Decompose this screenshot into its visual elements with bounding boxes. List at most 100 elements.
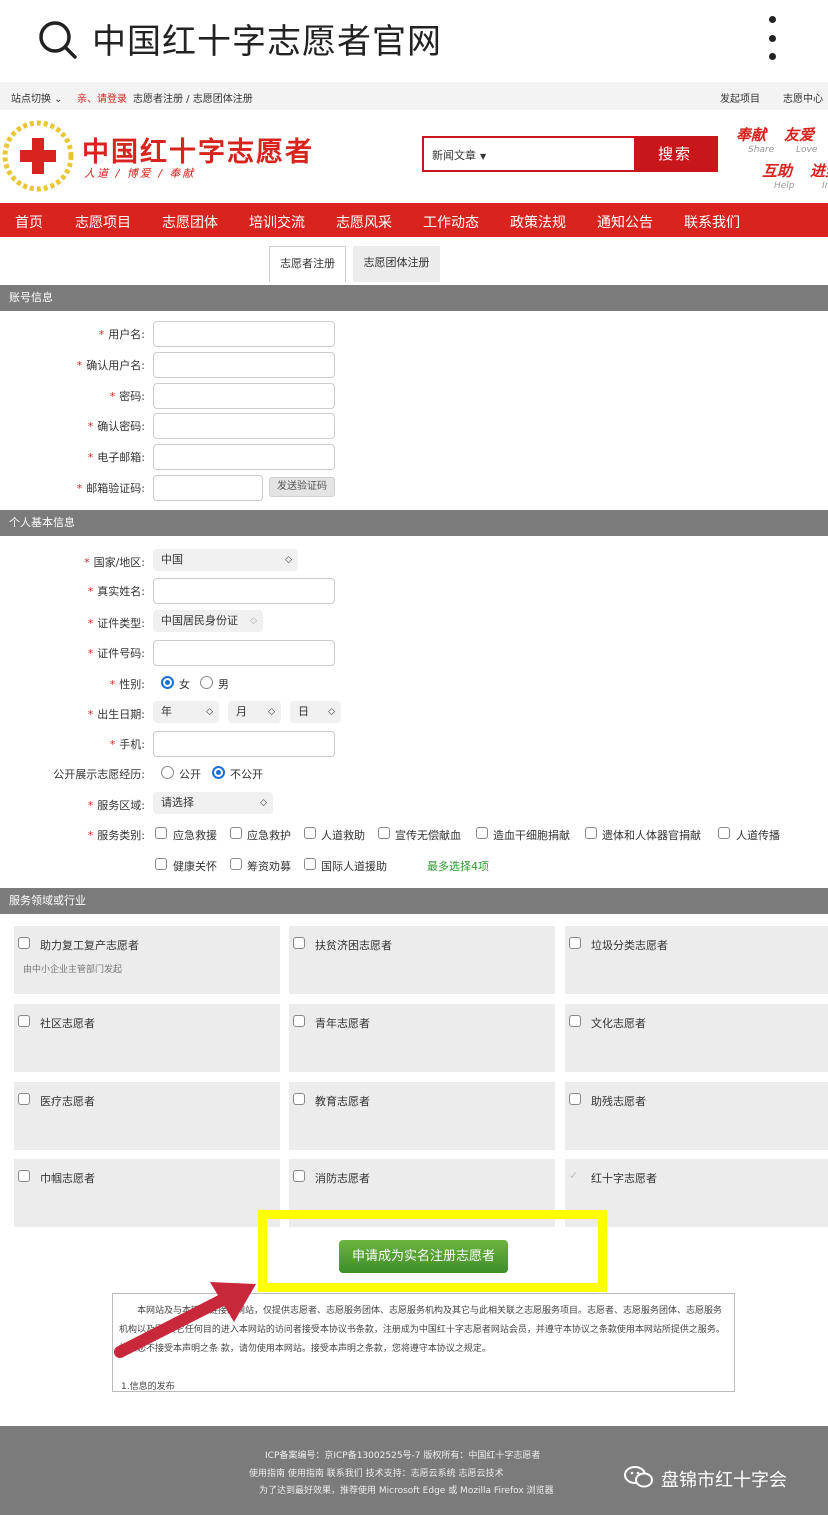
email-code-input[interactable] <box>153 475 263 501</box>
password-input[interactable] <box>153 383 335 409</box>
service-field-label: 扶贫济困志愿者 <box>315 939 392 952</box>
service-field-checkbox[interactable] <box>569 937 581 949</box>
birth-day-select[interactable]: 日 ◇ <box>290 701 341 723</box>
agreement-point: 1.信息的发布 <box>121 1382 175 1392</box>
service-field-checkbox[interactable] <box>293 937 305 949</box>
confirm-username-label: * 确认用户名: <box>76 359 145 372</box>
service-field-checkbox[interactable] <box>293 1093 305 1105</box>
real-name-input[interactable] <box>153 578 335 604</box>
id-type-label: * 证件类型: <box>87 617 145 630</box>
footer-icp: ICP备案编号：京ICP备13002525号-7 版权所有：中国红十字志愿者 <box>265 1451 541 1461</box>
register-link[interactable]: 志愿者注册 / 志愿团体注册 <box>133 90 253 105</box>
service-type-checkbox[interactable] <box>155 858 167 870</box>
service-type-option: 健康关怀 <box>173 860 217 873</box>
nav-showcase[interactable]: 志愿风采 <box>336 212 392 232</box>
nav-home[interactable]: 首页 <box>15 212 43 232</box>
service-field-card[interactable]: 巾帼志愿者 <box>14 1159 280 1227</box>
username-label: * 用户名: <box>98 328 145 341</box>
service-area-label: * 服务区域: <box>87 799 145 812</box>
service-area-select[interactable]: 请选择 ◇ <box>153 792 273 814</box>
email-input[interactable] <box>153 444 335 470</box>
initiate-project-link[interactable]: 发起项目 <box>720 90 760 105</box>
phone-input[interactable] <box>153 731 335 757</box>
confirm-password-label: * 确认密码: <box>87 420 145 433</box>
nav-policy[interactable]: 政策法规 <box>510 212 566 232</box>
public-no-radio[interactable] <box>212 766 225 779</box>
service-field-checkbox[interactable] <box>569 1015 581 1027</box>
service-type-checkbox[interactable] <box>304 827 316 839</box>
service-field-checkbox[interactable] <box>18 937 30 949</box>
id-type-select[interactable]: 中国居民身份证 ◇ <box>153 610 263 632</box>
service-field-checkbox[interactable] <box>18 1015 30 1027</box>
service-field-label: 消防志愿者 <box>315 1172 370 1185</box>
service-field-checkbox[interactable] <box>18 1093 30 1105</box>
browser-top-bar: 中国红十字志愿者官网 <box>0 0 828 80</box>
service-field-label: 社区志愿者 <box>40 1017 95 1030</box>
volunteer-center-link[interactable]: 志愿中心 <box>783 90 823 105</box>
send-code-button[interactable]: 发送验证码 <box>269 477 335 497</box>
service-field-card[interactable]: 助力复工复产志愿者 由中小企业主管部门发起 <box>14 926 280 994</box>
service-field-checkbox[interactable] <box>18 1170 30 1182</box>
tab-group-register[interactable]: 志愿团体注册 <box>353 246 440 282</box>
service-type-checkbox[interactable] <box>585 827 597 839</box>
nav-notices[interactable]: 通知公告 <box>597 212 653 232</box>
username-input[interactable] <box>153 321 335 347</box>
nav-projects[interactable]: 志愿项目 <box>75 212 131 232</box>
nav-groups[interactable]: 志愿团体 <box>162 212 218 232</box>
search-button[interactable]: 搜索 <box>634 138 716 170</box>
motto-love: 友爱 Love <box>784 126 818 155</box>
email-code-label: * 邮箱验证码: <box>76 482 145 495</box>
service-field-card[interactable]: 青年志愿者 <box>289 1004 555 1072</box>
confirm-username-input[interactable] <box>153 352 335 378</box>
site-switch-dropdown[interactable]: 站点切换 ⌄ <box>11 90 63 105</box>
public-yes-label: 公开 <box>179 768 201 781</box>
nav-news[interactable]: 工作动态 <box>423 212 479 232</box>
footer-links[interactable]: 使用指南 使用指南 联系我们 技术支持：志愿云系统 志愿云技术 <box>249 1466 503 1479</box>
service-field-card[interactable]: 扶贫济困志愿者 <box>289 926 555 994</box>
service-field-checkbox[interactable] <box>293 1170 305 1182</box>
confirm-password-input[interactable] <box>153 413 335 439</box>
service-field-card[interactable]: 医疗志愿者 <box>14 1082 280 1150</box>
login-link[interactable]: 亲、请登录 <box>77 90 127 105</box>
search-icon[interactable] <box>38 20 78 60</box>
wechat-watermark: 盘锦市红十字会 <box>661 1470 787 1491</box>
red-cross-emblem-icon[interactable] <box>2 120 74 192</box>
service-type-checkbox[interactable] <box>718 827 730 839</box>
browser-page-title: 中国红十字志愿者官网 <box>92 22 442 62</box>
phone-label: * 手机: <box>109 738 145 751</box>
email-label: * 电子邮箱: <box>87 451 145 464</box>
service-type-checkbox[interactable] <box>304 858 316 870</box>
service-field-checkbox[interactable] <box>569 1093 581 1105</box>
service-field-card[interactable]: 文化志愿者 <box>565 1004 828 1072</box>
search-category-select[interactable]: 新闻文章 ▼ <box>432 147 486 163</box>
country-select[interactable]: 中国 ◇ <box>153 549 298 571</box>
service-type-checkbox[interactable] <box>230 858 242 870</box>
gender-male-radio[interactable] <box>200 676 213 689</box>
service-field-card[interactable]: 垃圾分类志愿者 <box>565 926 828 994</box>
motto-help: 互助 Help <box>762 162 795 191</box>
service-field-card[interactable]: 助残志愿者 <box>565 1082 828 1150</box>
service-field-card[interactable]: 社区志愿者 <box>14 1004 280 1072</box>
service-type-option: 人道救助 <box>321 829 365 842</box>
birth-year-select[interactable]: 年 ◇ <box>153 701 219 723</box>
service-field-card[interactable]: 教育志愿者 <box>289 1082 555 1150</box>
id-number-input[interactable] <box>153 640 335 666</box>
site-search-box: 新闻文章 ▼ 搜索 <box>422 136 718 172</box>
service-type-checkbox[interactable] <box>155 827 167 839</box>
gender-female-radio[interactable] <box>161 676 174 689</box>
service-type-option: 应急救护 <box>247 829 291 842</box>
site-name[interactable]: 中国红十字志愿者 <box>82 130 314 169</box>
service-type-checkbox[interactable] <box>230 827 242 839</box>
service-field-label: 教育志愿者 <box>315 1095 370 1108</box>
birth-month-select[interactable]: 月 ◇ <box>228 701 281 723</box>
apply-volunteer-button[interactable]: 申请成为实名注册志愿者 <box>339 1240 508 1273</box>
country-label: * 国家/地区: <box>84 556 145 569</box>
nav-contact[interactable]: 联系我们 <box>684 212 740 232</box>
service-type-checkbox[interactable] <box>476 827 488 839</box>
service-type-checkbox[interactable] <box>378 827 390 839</box>
tab-volunteer-register[interactable]: 志愿者注册 <box>269 246 346 282</box>
nav-training[interactable]: 培训交流 <box>249 212 305 232</box>
more-menu-icon[interactable] <box>764 16 780 60</box>
public-yes-radio[interactable] <box>161 766 174 779</box>
service-field-checkbox[interactable] <box>293 1015 305 1027</box>
